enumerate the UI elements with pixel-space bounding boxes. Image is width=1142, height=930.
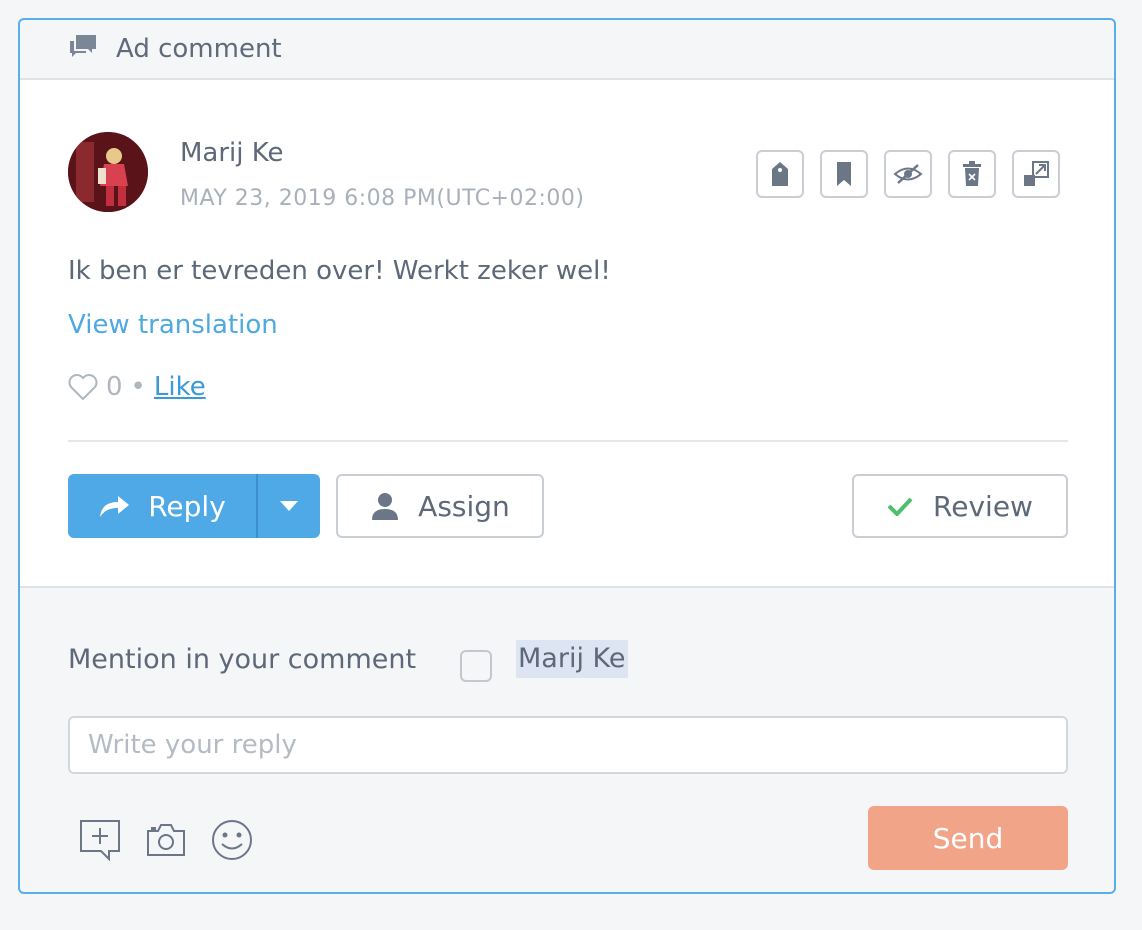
like-link[interactable]: Like (154, 372, 206, 402)
reply-tools (78, 818, 254, 862)
comment-card: Ad comment Marij Ke MAY 23, 2019 6:08 PM… (18, 18, 1116, 894)
reply-button-group: Reply (68, 474, 320, 538)
emoji-button[interactable] (210, 818, 254, 862)
hide-button[interactable] (884, 150, 932, 198)
tag-button[interactable] (756, 150, 804, 198)
reply-button[interactable]: Reply (68, 474, 256, 538)
like-separator: • (130, 372, 146, 402)
mention-label: Mention in your comment (68, 644, 417, 675)
card-title: Ad comment (116, 34, 282, 64)
reply-dropdown-button[interactable] (258, 474, 320, 538)
review-label: Review (933, 489, 1033, 523)
caret-down-icon (280, 501, 298, 511)
bookmark-icon (837, 162, 851, 186)
author-name[interactable]: Marij Ke (180, 138, 284, 168)
add-comment-button[interactable] (78, 818, 122, 862)
heart-icon (68, 374, 98, 401)
assign-button[interactable]: Assign (336, 474, 544, 538)
mention-checkbox[interactable] (460, 650, 492, 682)
reply-input[interactable] (68, 716, 1068, 774)
expand-button[interactable] (1012, 150, 1060, 198)
divider (68, 440, 1068, 442)
likes-row: 0 • Like (68, 372, 206, 402)
comment-body: Marij Ke MAY 23, 2019 6:08 PM(UTC+02:00) (20, 80, 1114, 588)
comment-actions (756, 150, 1060, 198)
reply-label: Reply (148, 489, 226, 523)
mention-name[interactable]: Marij Ke (516, 640, 628, 678)
delete-button[interactable] (948, 150, 996, 198)
emoji-icon (212, 820, 252, 860)
bookmark-button[interactable] (820, 150, 868, 198)
assign-label: Assign (418, 489, 510, 523)
view-translation-link[interactable]: View translation (68, 310, 278, 340)
add-comment-icon (80, 820, 120, 861)
avatar (68, 132, 148, 212)
camera-button[interactable] (144, 818, 188, 862)
comment-timestamp: MAY 23, 2019 6:08 PM(UTC+02:00) (180, 186, 585, 211)
tag-icon (772, 162, 788, 186)
like-count: 0 (106, 372, 123, 402)
hide-icon (893, 164, 923, 184)
share-arrow-icon (100, 496, 130, 517)
chat-bubbles-icon (68, 33, 98, 65)
user-icon (372, 493, 399, 520)
card-header: Ad comment (20, 20, 1114, 80)
delete-icon (963, 161, 981, 186)
review-button[interactable]: Review (852, 474, 1068, 538)
camera-icon (147, 824, 185, 856)
comment-text: Ik ben er tevreden over! Werkt zeker wel… (68, 256, 611, 286)
expand-icon (1024, 161, 1049, 186)
checkmark-icon (887, 497, 913, 516)
send-button[interactable]: Send (868, 806, 1068, 870)
